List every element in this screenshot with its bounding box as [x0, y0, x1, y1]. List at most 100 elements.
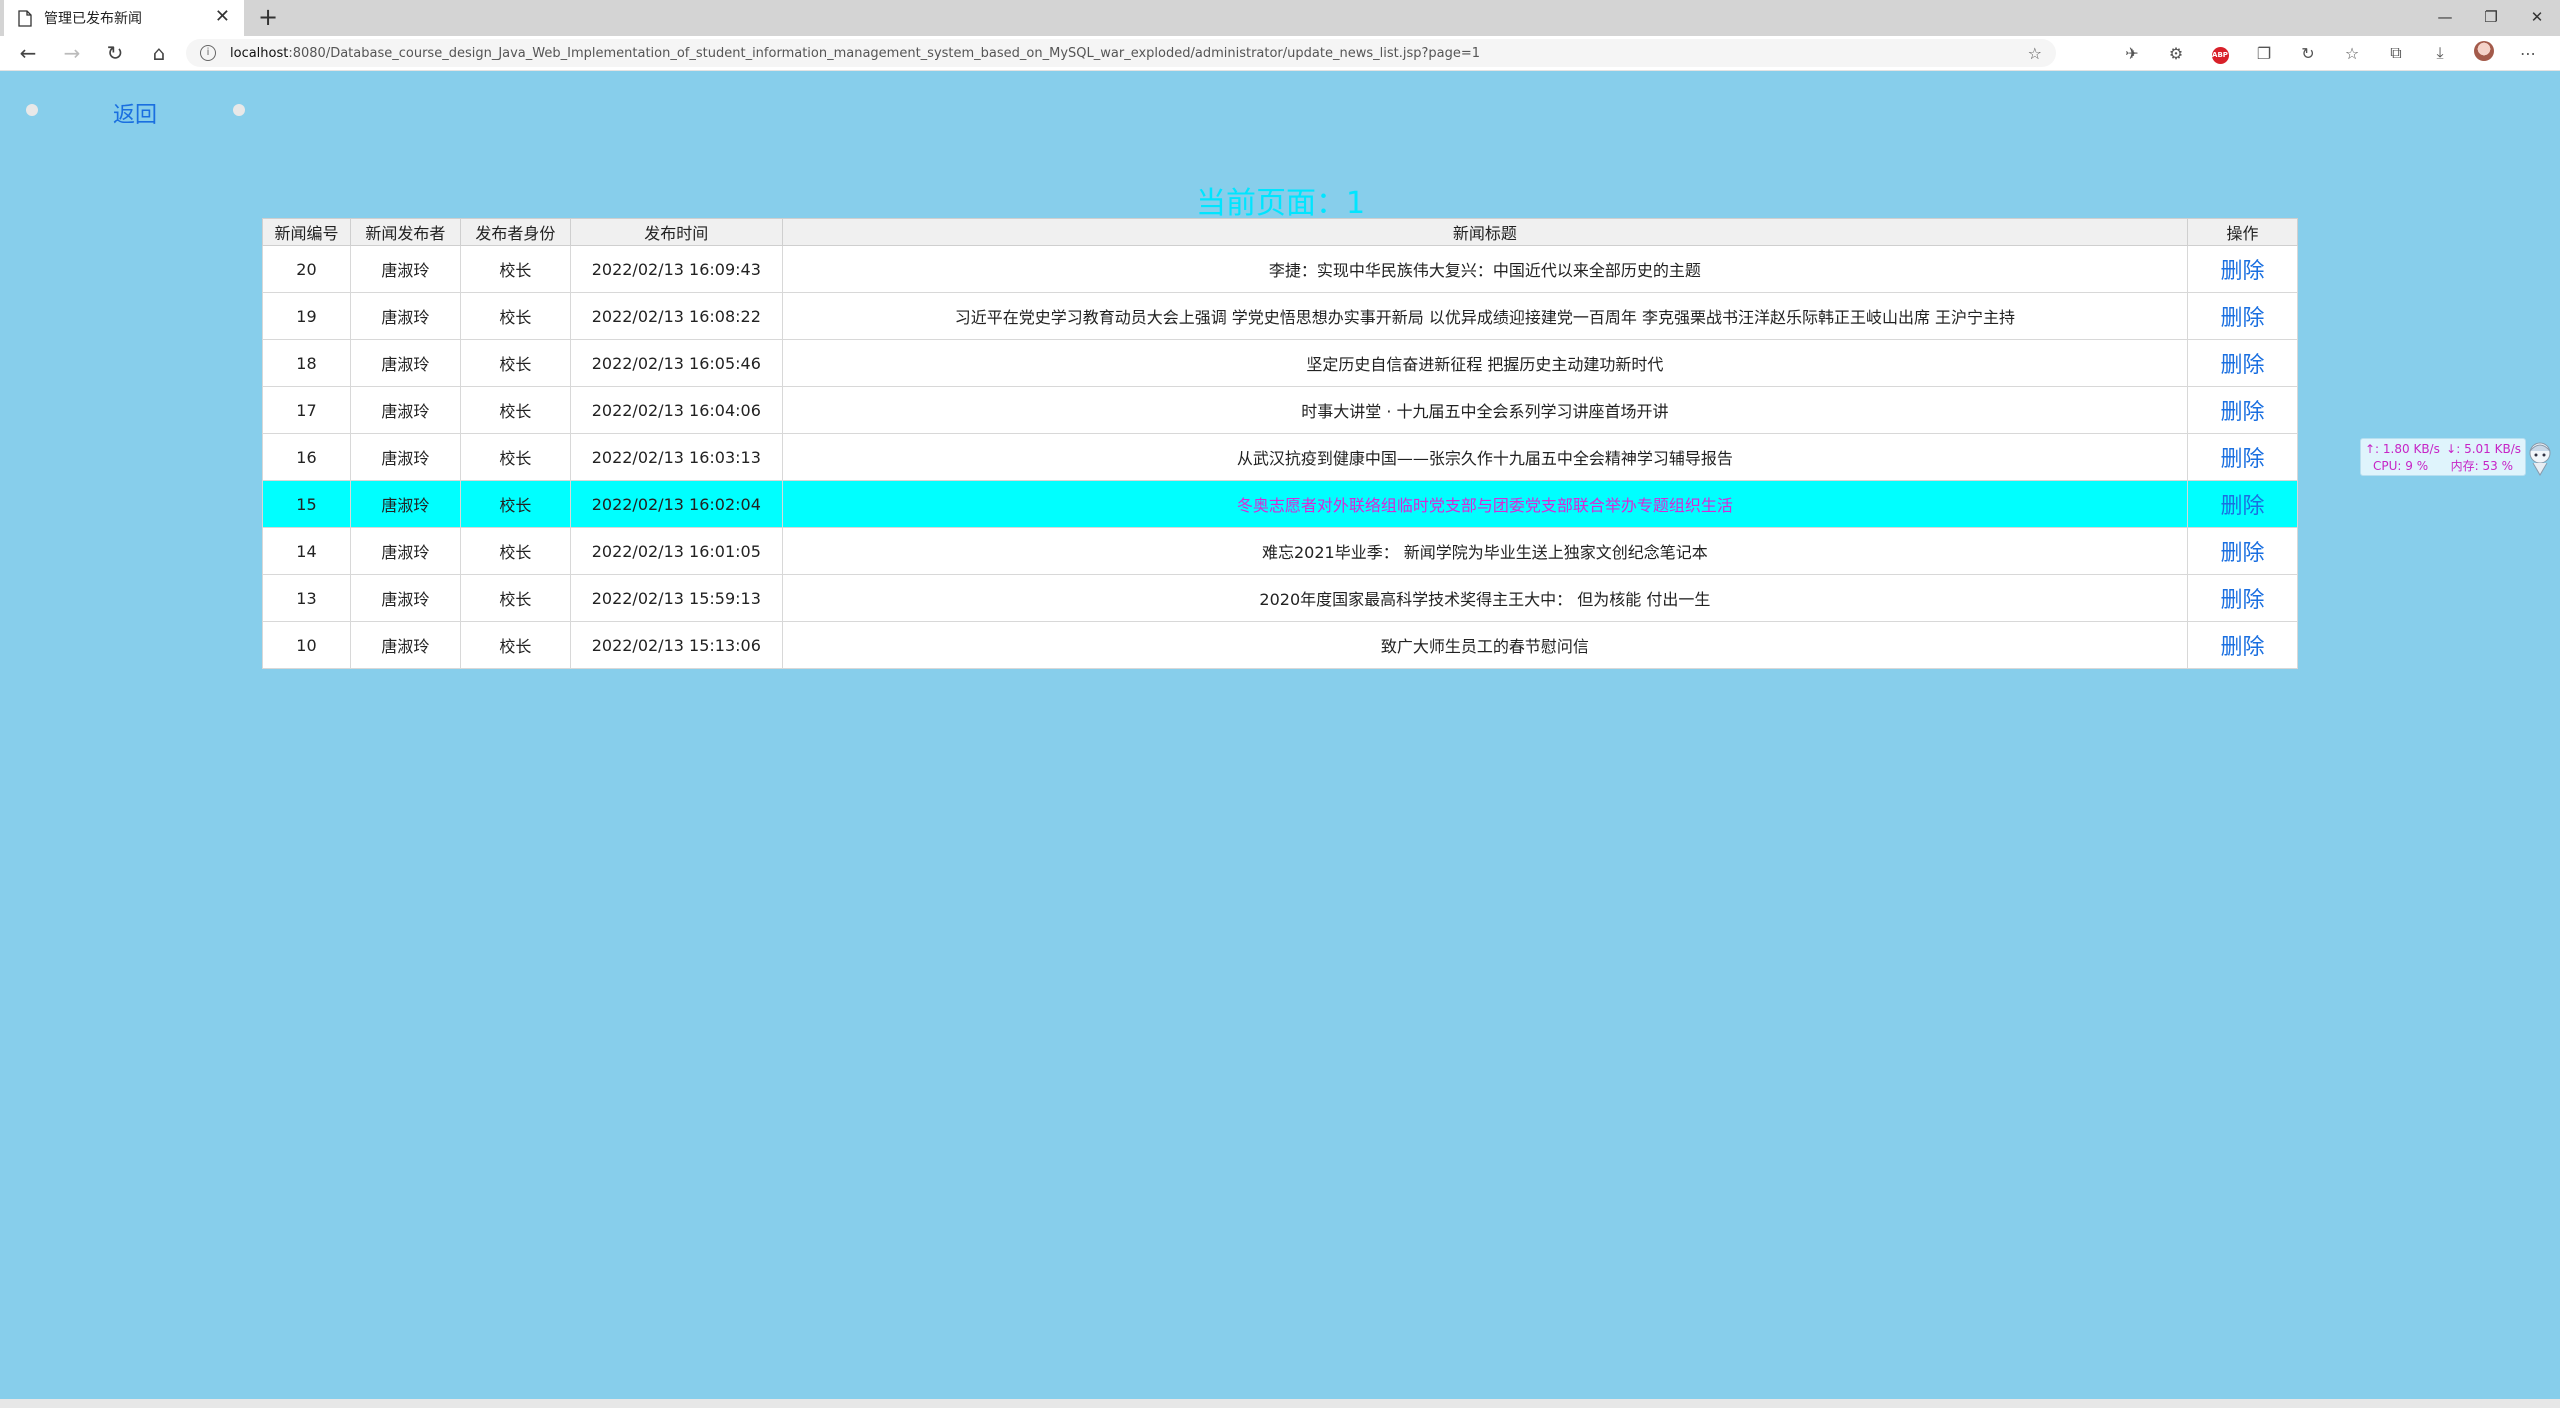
site-info-icon[interactable]: i	[200, 45, 216, 61]
close-tab-icon[interactable]: ✕	[215, 8, 230, 26]
cpu-usage: CPU: 9 %	[2373, 459, 2429, 473]
cell-action: 删除	[2187, 386, 2298, 434]
table-row: 19 唐淑玲 校长 2022/02/13 16:08:22 习近平在党史学习教育动员大会…	[262, 292, 2298, 340]
delete-link[interactable]: 删除	[2220, 494, 2264, 519]
cell-time: 2022/02/13 16:04:06	[569, 386, 783, 434]
table-row: 13 唐淑玲 校长 2022/02/13 15:59:13 2020年度国家最高科学技术…	[262, 574, 2298, 622]
cell-time: 2022/02/13 16:09:43	[569, 245, 783, 293]
cell-news-id: 14	[262, 527, 351, 575]
network-monitor-widget[interactable]: ↑: 1.80 KB/s ↓: 5.01 KB/s CPU: 9 % 内存: 5…	[2360, 438, 2551, 476]
new-tab-button[interactable]: +	[254, 4, 282, 32]
delete-link[interactable]: 删除	[2220, 447, 2264, 472]
page-indicator: 当前页面：1	[1196, 186, 1366, 221]
cell-action: 删除	[2187, 292, 2298, 340]
extension-icon-2[interactable]: ⚙	[2154, 44, 2198, 63]
mascot-icon	[2529, 442, 2551, 476]
browser-tabstrip: 管理已发布新闻 ✕ + — ❐ ✕	[0, 0, 2560, 36]
cell-action: 删除	[2187, 621, 2298, 669]
cell-title: 冬奥志愿者对外联络组临时党支部与团委党支部联合举办专题组织生活	[781, 480, 2189, 528]
delete-link[interactable]: 删除	[2220, 259, 2264, 284]
collections-icon[interactable]: ❐	[2242, 44, 2286, 63]
extension-icons: ✈ ⚙ ABP ❐ ↻ ☆ ⧉ ⤓ ⋯	[2110, 39, 2550, 67]
favorite-star-icon[interactable]: ☆	[2028, 44, 2042, 63]
header-role: 发布者身份	[459, 218, 571, 246]
more-menu-icon[interactable]: ⋯	[2506, 44, 2550, 63]
url-text[interactable]: localhost:8080/Database_course_design_Ja…	[230, 46, 1480, 61]
cell-publisher: 唐淑玲	[349, 574, 461, 622]
cell-time: 2022/02/13 16:03:13	[569, 433, 783, 481]
forward-arrow-icon[interactable]: →	[58, 39, 86, 67]
cell-role: 校长	[459, 386, 571, 434]
news-table: 新闻编号 新闻发布者 发布者身份 发布时间 新闻标题 操作 20 唐淑玲 校长 202…	[262, 218, 2298, 669]
header-news-id: 新闻编号	[262, 218, 351, 246]
header-time: 发布时间	[569, 218, 783, 246]
favorites-icon[interactable]: ☆	[2330, 44, 2374, 63]
cell-publisher: 唐淑玲	[349, 527, 461, 575]
cell-action: 删除	[2187, 480, 2298, 528]
table-row: 17 唐淑玲 校长 2022/02/13 16:04:06 时事大讲堂 · 十九届五中全…	[262, 386, 2298, 434]
cell-publisher: 唐淑玲	[349, 621, 461, 669]
download-speed: ↓: 5.01 KB/s	[2446, 442, 2521, 456]
delete-link[interactable]: 删除	[2220, 400, 2264, 425]
cell-role: 校长	[459, 480, 571, 528]
cell-title: 李捷：实现中华民族伟大复兴：中国近代以来全部历史的主题	[781, 245, 2189, 293]
cell-publisher: 唐淑玲	[349, 339, 461, 387]
extension-icon-1[interactable]: ✈	[2110, 44, 2154, 63]
bottom-strip	[0, 1399, 2560, 1408]
news-table-body: 20 唐淑玲 校长 2022/02/13 16:09:43 李捷：实现中华民族伟大复兴：…	[262, 245, 2298, 669]
table-row: 16 唐淑玲 校长 2022/02/13 16:03:13 从武汉抗疫到健康中国——张宗…	[262, 433, 2298, 481]
home-icon[interactable]: ⌂	[145, 39, 173, 67]
cell-role: 校长	[459, 621, 571, 669]
close-window-button[interactable]: ✕	[2514, 0, 2560, 36]
back-arrow-icon[interactable]: ←	[14, 39, 42, 67]
tab-title: 管理已发布新闻	[44, 11, 142, 27]
cell-action: 删除	[2187, 527, 2298, 575]
cell-role: 校长	[459, 527, 571, 575]
cell-role: 校长	[459, 339, 571, 387]
table-row: 20 唐淑玲 校长 2022/02/13 16:09:43 李捷：实现中华民族伟大复兴：…	[262, 245, 2298, 293]
cell-title: 难忘2021毕业季： 新闻学院为毕业生送上独家文创纪念笔记本	[781, 527, 2189, 575]
browser-toolbar: ← → ↻ ⌂ i localhost:8080/Database_course…	[0, 36, 2560, 71]
cell-role: 校长	[459, 292, 571, 340]
url-path: :8080/Database_course_design_Java_Web_Im…	[288, 45, 1480, 61]
profile-avatar[interactable]	[2462, 41, 2506, 65]
download-icon[interactable]: ⤓	[2418, 43, 2462, 63]
cell-title: 时事大讲堂 · 十九届五中全会系列学习讲座首场开讲	[781, 386, 2189, 434]
cell-news-id: 20	[262, 245, 351, 293]
browser-tab-active[interactable]: 管理已发布新闻 ✕	[4, 0, 244, 36]
delete-link[interactable]: 删除	[2220, 306, 2264, 331]
cell-time: 2022/02/13 16:02:04	[569, 480, 783, 528]
cell-title: 习近平在党史学习教育动员大会上强调 学党史悟思想办实事开新局 以优异成绩迎接建党…	[781, 292, 2189, 340]
cell-title: 致广大师生员工的春节慰问信	[781, 621, 2189, 669]
delete-link[interactable]: 删除	[2220, 635, 2264, 660]
header-publisher: 新闻发布者	[349, 218, 461, 246]
page-content: 返回 当前页面：1 新闻编号 新闻发布者 发布者身份 发布时间 新闻标题 操作 …	[0, 71, 2560, 1399]
url-host: localhost	[230, 45, 289, 61]
cell-role: 校长	[459, 245, 571, 293]
delete-link[interactable]: 删除	[2220, 541, 2264, 566]
reload-icon[interactable]: ↻	[101, 39, 129, 67]
adblock-icon[interactable]: ABP	[2198, 42, 2242, 64]
cell-title: 2020年度国家最高科学技术奖得主王大中： 但为核能 付出一生	[781, 574, 2189, 622]
cell-publisher: 唐淑玲	[349, 433, 461, 481]
table-row: 14 唐淑玲 校长 2022/02/13 16:01:05 难忘2021毕业季： 新闻学…	[262, 527, 2298, 575]
back-link[interactable]: 返回	[113, 97, 157, 129]
minimize-button[interactable]: —	[2422, 0, 2468, 36]
delete-link[interactable]: 删除	[2220, 353, 2264, 378]
cell-time: 2022/02/13 15:59:13	[569, 574, 783, 622]
refresh-extension-icon[interactable]: ↻	[2286, 44, 2330, 63]
collections-add-icon[interactable]: ⧉	[2374, 43, 2418, 63]
header-title: 新闻标题	[781, 218, 2189, 246]
restore-button[interactable]: ❐	[2468, 0, 2514, 36]
cell-role: 校长	[459, 574, 571, 622]
cell-news-id: 18	[262, 339, 351, 387]
upload-speed: ↑: 1.80 KB/s	[2365, 442, 2440, 456]
delete-link[interactable]: 删除	[2220, 588, 2264, 613]
cell-role: 校长	[459, 433, 571, 481]
cell-time: 2022/02/13 16:05:46	[569, 339, 783, 387]
header-action: 操作	[2187, 218, 2298, 246]
cell-news-id: 13	[262, 574, 351, 622]
cell-news-id: 16	[262, 433, 351, 481]
address-bar[interactable]: i localhost:8080/Database_course_design_…	[186, 39, 2056, 67]
memory-usage: 内存: 53 %	[2450, 459, 2513, 473]
